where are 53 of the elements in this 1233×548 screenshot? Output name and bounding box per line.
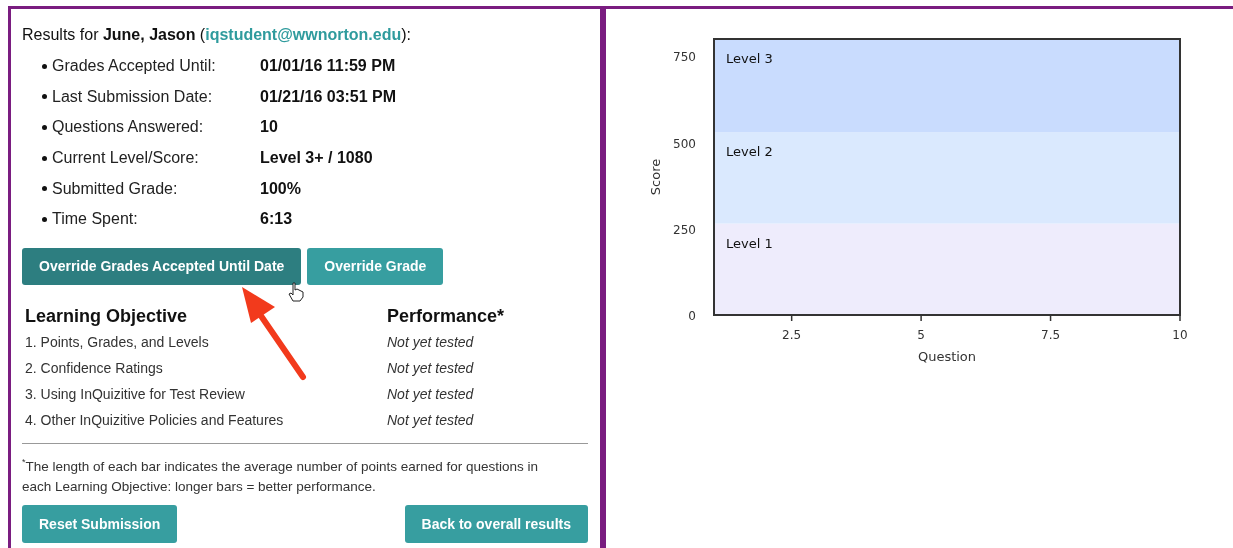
detail-label: Current Level/Score: (52, 149, 200, 168)
column-header: Learning Objective (25, 304, 189, 328)
x-tick-label: 7.5 (1041, 328, 1061, 342)
band-label: Level 3 (726, 51, 773, 66)
table-cell-text: 1. Points, Grades, and Levels (25, 332, 210, 352)
detail-label: Submitted Grade: (52, 179, 179, 198)
detail-value: 10 (260, 118, 278, 137)
x-tick-label: 10 (1172, 328, 1188, 342)
bullet-icon (42, 63, 47, 69)
y-tick-label: 0 (688, 309, 696, 323)
table-cell-text: Not yet tested (387, 384, 475, 404)
y-tick-label: 250 (673, 222, 696, 237)
bullet-icon (42, 216, 47, 222)
x-tick-mark (790, 314, 793, 322)
hand-cursor-icon (288, 282, 304, 302)
x-tick-mark (920, 314, 922, 322)
x-tick-mark (1049, 314, 1052, 322)
detail-label: Time Spent: (52, 210, 139, 229)
action-button[interactable]: Back to overall results (404, 505, 588, 544)
x-axis-title: Question (917, 349, 977, 364)
bullet-icon (42, 155, 47, 161)
table-cell-text: 2. Confidence Ratings (25, 358, 164, 378)
override-button[interactable]: Override Grade (307, 247, 444, 285)
detail-label: Last Submission Date: (52, 87, 214, 106)
table-cell-text: Not yet tested (387, 332, 475, 352)
band-label: Level 2 (726, 144, 773, 160)
table-cell-text: Not yet tested (387, 358, 475, 378)
column-header: Performance* (387, 304, 506, 328)
results-heading: Results for June, Jason (iqstudent@wwnorton.edu): (22, 25, 412, 45)
x-tick-label: 2.5 (782, 328, 802, 342)
detail-label: Grades Accepted Until: (52, 57, 217, 76)
detail-value: Level 3+ / 1080 (260, 149, 373, 168)
bullet-icon (42, 186, 47, 192)
band-label: Level 1 (726, 235, 773, 251)
y-tick-label: 750 (673, 50, 696, 65)
bullet-icon (42, 125, 47, 130)
x-tick-label: 5 (917, 328, 925, 342)
table-cell-text: Not yet tested (387, 410, 475, 430)
table-cell-text: 4. Other InQuizitive Policies and Features (25, 410, 285, 430)
detail-value: 01/01/16 11:59 PM (260, 57, 396, 76)
detail-label: Questions Answered: (52, 118, 205, 137)
x-tick-mark (1179, 314, 1181, 322)
action-button[interactable]: Reset Submission (22, 505, 178, 544)
bullet-icon (42, 94, 47, 100)
detail-value: 100% (260, 179, 301, 198)
table-cell-text: 3. Using InQuizitive for Test Review (25, 384, 246, 404)
override-button[interactable]: Override Grades Accepted Until Date (22, 247, 302, 285)
email-link[interactable]: iqstudent@wwnorton.edu (205, 26, 402, 43)
y-axis-title: Score (648, 158, 663, 196)
y-tick-label: 500 (673, 136, 696, 151)
detail-value: 01/21/16 03:51 PM (260, 87, 397, 106)
detail-value: 6:13 (260, 210, 293, 229)
footnote-text: $^{*}$The length of each bar indicates the average number of points earned for questions in each Learning Objective: longer bars = better performance. (22, 455, 540, 497)
